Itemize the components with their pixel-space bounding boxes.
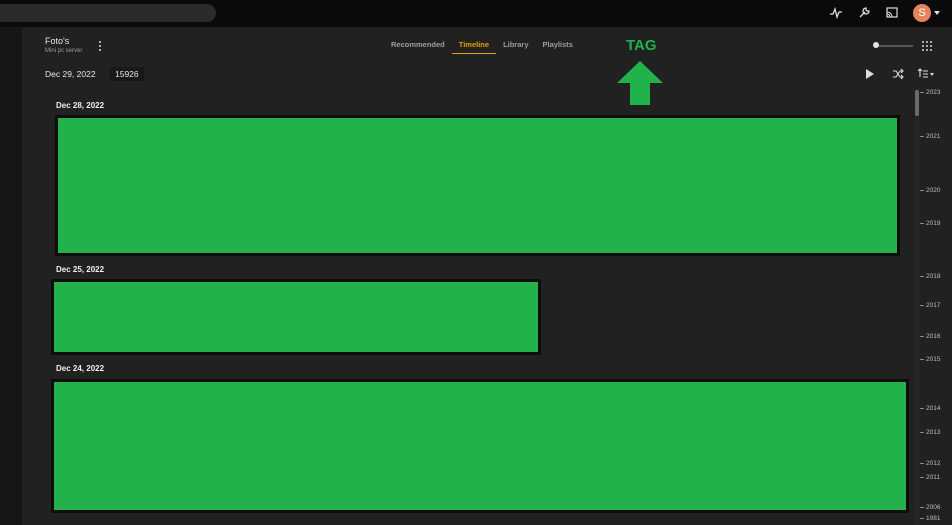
photo-group-redacted[interactable] xyxy=(51,379,909,513)
avatar: S xyxy=(913,4,931,22)
library-subtitle: Mini pc server xyxy=(45,48,83,54)
tab-recommended[interactable]: Recommended xyxy=(384,40,452,54)
year-marker[interactable]: 1981 xyxy=(920,515,940,522)
top-bar: S xyxy=(0,0,952,27)
year-marker[interactable]: 2014 xyxy=(920,405,940,412)
user-menu[interactable]: S xyxy=(913,4,940,22)
year-marker[interactable]: 2011 xyxy=(920,474,940,481)
year-marker[interactable]: 2018 xyxy=(920,273,940,280)
grid-view-icon[interactable] xyxy=(922,41,932,51)
tab-playlists[interactable]: Playlists xyxy=(536,40,580,54)
cast-icon[interactable] xyxy=(885,6,899,20)
year-marker[interactable]: 2006 xyxy=(920,504,940,511)
main-content: Foto's Mini pc server Recommended Timeli… xyxy=(22,27,952,525)
item-count-badge: 15926 xyxy=(110,67,144,81)
activity-icon[interactable] xyxy=(829,6,843,20)
year-marker[interactable]: 2017 xyxy=(920,302,940,309)
search-input[interactable] xyxy=(0,4,216,22)
year-marker[interactable]: 2013 xyxy=(920,429,940,436)
tag-annotation-label: TAG xyxy=(626,37,657,54)
year-marker[interactable]: 2016 xyxy=(920,333,940,340)
shuffle-icon[interactable] xyxy=(892,68,904,80)
year-marker[interactable]: 2019 xyxy=(920,220,940,227)
date-filter[interactable]: Dec 29, 2022 xyxy=(45,69,96,79)
arrow-up-icon xyxy=(617,61,663,105)
scrollbar-track[interactable] xyxy=(915,89,919,525)
chevron-down-icon xyxy=(934,11,940,15)
library-title: Foto's xyxy=(45,36,70,46)
year-marker[interactable]: 2012 xyxy=(920,460,940,467)
tab-timeline[interactable]: Timeline xyxy=(451,40,497,54)
photo-group-redacted[interactable] xyxy=(51,279,541,355)
section-date-heading: Dec 28, 2022 xyxy=(56,101,105,110)
tab-bar: Recommended Timeline Library Playlists xyxy=(384,40,580,54)
top-icons: S xyxy=(829,4,940,22)
wrench-icon[interactable] xyxy=(857,6,871,20)
more-options-icon[interactable] xyxy=(99,41,102,51)
year-marker[interactable]: 2023 xyxy=(920,89,940,96)
year-marker[interactable]: 2015 xyxy=(920,356,940,363)
timeline-year-scrubber[interactable]: 2023 2021 2020 2019 2018 2017 2016 2015 … xyxy=(920,87,952,525)
photo-group-redacted[interactable] xyxy=(55,115,900,256)
year-marker[interactable]: 2020 xyxy=(920,187,940,194)
sort-menu-icon[interactable] xyxy=(916,68,936,80)
play-icon[interactable] xyxy=(865,69,875,79)
year-marker[interactable]: 2021 xyxy=(920,133,940,140)
zoom-slider[interactable] xyxy=(875,45,913,47)
left-sidebar xyxy=(0,27,22,525)
tab-library[interactable]: Library xyxy=(496,40,535,54)
zoom-slider-handle[interactable] xyxy=(873,42,879,48)
section-date-heading: Dec 25, 2022 xyxy=(56,265,105,274)
scrollbar-thumb[interactable] xyxy=(915,90,919,116)
section-date-heading: Dec 24, 2022 xyxy=(56,364,105,373)
